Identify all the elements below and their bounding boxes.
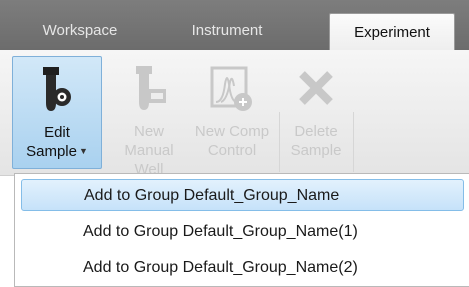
tube-manual-icon bbox=[128, 64, 170, 119]
add-to-group-dropdown-menu: Add to Group Default_Group_Name Add to G… bbox=[14, 173, 469, 287]
menu-item-add-to-group-default-2[interactable]: Add to Group Default_Group_Name(2) bbox=[21, 252, 464, 284]
comp-control-icon bbox=[209, 64, 255, 119]
ribbon-separator bbox=[353, 112, 354, 172]
ribbon-tab-bar: Workspace Instrument Experiment bbox=[0, 0, 469, 50]
delete-sample-label: Delete Sample bbox=[290, 123, 342, 159]
new-comp-control-label: New Comp Control bbox=[194, 123, 270, 159]
delete-x-icon bbox=[296, 64, 336, 119]
new-manual-well-label: New Manual Well bbox=[124, 123, 174, 178]
delete-sample-button[interactable]: Delete Sample bbox=[282, 56, 350, 169]
tab-experiment[interactable]: Experiment bbox=[329, 13, 455, 50]
new-comp-control-button[interactable]: New Comp Control bbox=[193, 56, 271, 169]
edit-sample-button[interactable]: Edit Sample ▼ bbox=[12, 56, 102, 169]
menu-item-add-to-group-default[interactable]: Add to Group Default_Group_Name bbox=[21, 179, 464, 211]
chevron-down-icon[interactable]: ▼ bbox=[79, 146, 88, 156]
edit-sample-label: Edit Sample ▼ bbox=[26, 124, 88, 160]
tube-edit-icon bbox=[37, 65, 77, 120]
new-manual-well-button[interactable]: New Manual Well bbox=[110, 56, 188, 178]
tab-instrument[interactable]: Instrument bbox=[172, 14, 282, 48]
ribbon-panel: Edit Sample ▼ New Manual Well New Comp C… bbox=[0, 50, 469, 178]
ribbon-separator bbox=[279, 112, 280, 172]
tab-workspace[interactable]: Workspace bbox=[30, 14, 130, 48]
menu-item-add-to-group-default-1[interactable]: Add to Group Default_Group_Name(1) bbox=[21, 216, 464, 248]
